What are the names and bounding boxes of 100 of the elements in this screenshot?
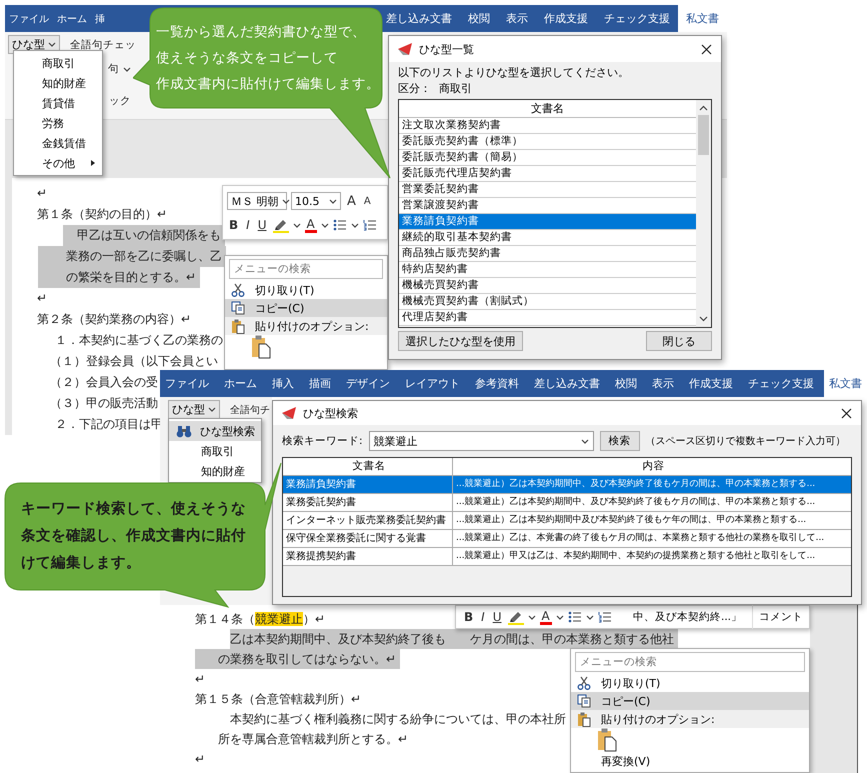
ribbon-tab[interactable]: ファイル	[160, 370, 214, 397]
dialog-title: ひな型検索	[303, 406, 358, 420]
use-template-button[interactable]: 選択したひな型を使用	[398, 331, 523, 351]
table-cell: 業務委託契約書	[283, 494, 453, 511]
article-heading: 第１５条（合意管轄裁判所）↵	[195, 691, 362, 708]
ribbon-tab[interactable]: 差し込み文書	[529, 370, 605, 397]
list-row[interactable]: 機械売買契約書（割賦式）	[399, 294, 696, 310]
ribbon-tab[interactable]: デザイン	[341, 370, 395, 397]
list-row[interactable]: 商品独占販売契約書	[399, 246, 696, 262]
callout-text: キーワード検索して、使えそうな	[21, 500, 246, 519]
underline-button[interactable]: U	[256, 218, 268, 232]
document-text: の業務を取引してはならない。↵	[195, 649, 400, 669]
font-color-button[interactable]: A	[540, 610, 552, 624]
ribbon-tab[interactable]: ファイル	[5, 5, 53, 32]
list-row[interactable]: 代理店契約書	[399, 310, 696, 326]
list-row[interactable]: 委託販売契約書（簡易）	[399, 150, 696, 166]
ribbon-tab[interactable]: 挿入	[267, 370, 299, 397]
ribbon-tab[interactable]: 描画	[304, 370, 336, 397]
list-row[interactable]: 注文取次業務契約書	[399, 118, 696, 134]
ribbon-tab[interactable]: ホーム	[219, 370, 262, 397]
ribbon-label[interactable]: ック	[109, 94, 131, 108]
document-text: 本契約に基づく権利義務に関する紛争については、甲の本社所	[230, 711, 566, 728]
table-cell-text: ...競業避止）乙は本契約期間中、及び本契約終了後もケ月の間は、甲の本業務と類する...	[455, 496, 816, 509]
scroll-down-icon	[699, 316, 708, 322]
table-row[interactable]: 業務請負契約書 ...競業避止）乙は本契約期間中、及び本契約終了後もケ月の間は、甲の本業務と類する...	[283, 476, 851, 494]
list-row[interactable]: 営業委託契約書	[399, 182, 696, 198]
table-row[interactable]: インターネット販売業務委託契約書 ...競業避止）乙は本契約期間中及び本契約終了後もケ年の間は、甲の本業務と類する...	[283, 512, 851, 530]
search-field[interactable]: メニューの検索	[229, 259, 383, 279]
underline-button[interactable]: U	[490, 610, 504, 624]
ribbon-tab[interactable]: 参考資料	[470, 370, 524, 397]
table-cell-text: ...競業避止）乙は本契約期間中、及び本契約終了後もケ月の間は、甲の本業務と類する...	[455, 478, 816, 491]
ribbon-tab[interactable]: 私文書	[824, 370, 867, 397]
keyword-combo-box[interactable]: 競業避止	[368, 431, 594, 451]
italic-button[interactable]: I	[479, 610, 487, 624]
list-row[interactable]: 委託販売契約書（標準）	[399, 134, 696, 150]
copy-icon	[577, 694, 591, 708]
menu-item[interactable]: 切り取り(T)	[225, 281, 387, 299]
menu-item[interactable]: 労務	[14, 113, 102, 133]
menu-item[interactable]: 再変換(V)	[571, 752, 809, 770]
column-header[interactable]: 内容	[453, 458, 851, 475]
table-row[interactable]: 業務委託契約書 ...競業避止）乙は本契約期間中、及び本契約終了後もケ月の間は、甲の本業務と類する...	[283, 494, 851, 512]
paragraph-mark: ↵	[195, 671, 206, 688]
ribbon-label[interactable]: 全語句チ	[230, 402, 270, 416]
list-row[interactable]: 機械売買契約書	[399, 278, 696, 294]
menu-item[interactable]: 賃貸借	[14, 93, 102, 113]
list-row[interactable]: 委託販売代理店契約書	[399, 166, 696, 182]
menu-item[interactable]: 切り取り(T)	[571, 674, 809, 692]
size-select[interactable]: 10.5	[291, 192, 341, 210]
menu-item[interactable]: ひな型検索	[169, 421, 261, 441]
bold-button[interactable]: B	[227, 218, 240, 232]
menu-item[interactable]: コピー(C)	[225, 299, 387, 317]
ribbon-tab[interactable]: 表示	[647, 370, 679, 397]
menu-item[interactable]: その他	[14, 153, 102, 173]
clipboard-icon	[597, 728, 617, 752]
ribbon-tab[interactable]: チェック支援	[743, 370, 819, 397]
callout-text: 一覧から選んだ契約書ひな型で、	[156, 23, 366, 42]
menu-item[interactable]: 金銭賃借	[14, 133, 102, 153]
search-field[interactable]: メニューの検索	[575, 652, 805, 672]
ribbon-label[interactable]: 全語句チェッ	[70, 38, 136, 52]
scrollbar[interactable]	[696, 100, 711, 327]
list-row[interactable]: 業務請負契約書	[399, 214, 696, 230]
column-header[interactable]: 文書名	[283, 458, 453, 475]
template-dropdown-button[interactable]: ひな型	[168, 400, 220, 419]
ribbon-tab[interactable]: 校閲	[610, 370, 642, 397]
menu-item[interactable]: コピー(C)	[571, 692, 809, 710]
ribbon-tab[interactable]: 私文書	[678, 5, 727, 32]
ribbon-tab[interactable]: ホーム	[53, 5, 91, 32]
search-button[interactable]: 検索	[600, 431, 640, 451]
menu-item[interactable]: 商取引	[14, 53, 102, 73]
ribbon-label[interactable]: 句	[108, 62, 119, 76]
menu-item[interactable]: 知的財産	[169, 461, 261, 481]
table-row[interactable]: 保守保全業務委託に関する覚書 ...競業避止）乙は、本覚書の終了後もケ月の間は、本業務と類する他社の業務を取引して...	[283, 530, 851, 548]
ribbon-tab[interactable]: チェック支援	[596, 5, 678, 32]
font-color-button[interactable]: A	[304, 218, 317, 232]
ribbon-tab[interactable]: 差し込み文書	[378, 5, 460, 32]
ribbon-tab[interactable]: 表示	[498, 5, 536, 32]
ribbon-tab[interactable]: 作成支援	[684, 370, 738, 397]
menu-item[interactable]: 知的財産	[14, 73, 102, 93]
bold-button[interactable]: B	[462, 610, 476, 624]
table-cell-text: ...競業避止）乙は、本覚書の終了後もケ月の間は、本業務と類する他社の業務を取引して...	[455, 532, 826, 545]
list-row[interactable]: 継続的取引基本契約書	[399, 230, 696, 246]
ribbon-tab[interactable]: 挿	[91, 5, 109, 32]
app-icon	[397, 42, 413, 56]
column-header[interactable]: 文書名	[399, 100, 696, 118]
list-row[interactable]: 特約店契約書	[399, 262, 696, 278]
table-cell: 業務提携契約書	[283, 548, 453, 565]
close-dialog-button[interactable]: 閉じる	[646, 331, 712, 351]
menu-item[interactable]: 商取引	[169, 441, 261, 461]
app-icon	[281, 406, 297, 420]
ribbon-tab[interactable]: レイアウト	[400, 370, 465, 397]
ribbon-tab[interactable]: 作成支援	[536, 5, 596, 32]
shrink-font-button[interactable]: A	[362, 196, 373, 206]
ribbon-tab[interactable]: 校閲	[460, 5, 498, 32]
font-select[interactable]: ＭＳ 明朝	[227, 192, 287, 210]
table-cell: 保守保全業務委託に関する覚書	[283, 530, 453, 547]
bullet-list-icon	[568, 611, 582, 623]
grow-font-button[interactable]: A	[345, 194, 358, 208]
table-row[interactable]: 業務提携契約書 ...競業避止）甲又は乙は、本契約期間中、本契約の提携業務と類する他社と取引をして...	[283, 548, 851, 566]
italic-button[interactable]: I	[244, 218, 252, 232]
scroll-thumb[interactable]	[698, 115, 709, 155]
